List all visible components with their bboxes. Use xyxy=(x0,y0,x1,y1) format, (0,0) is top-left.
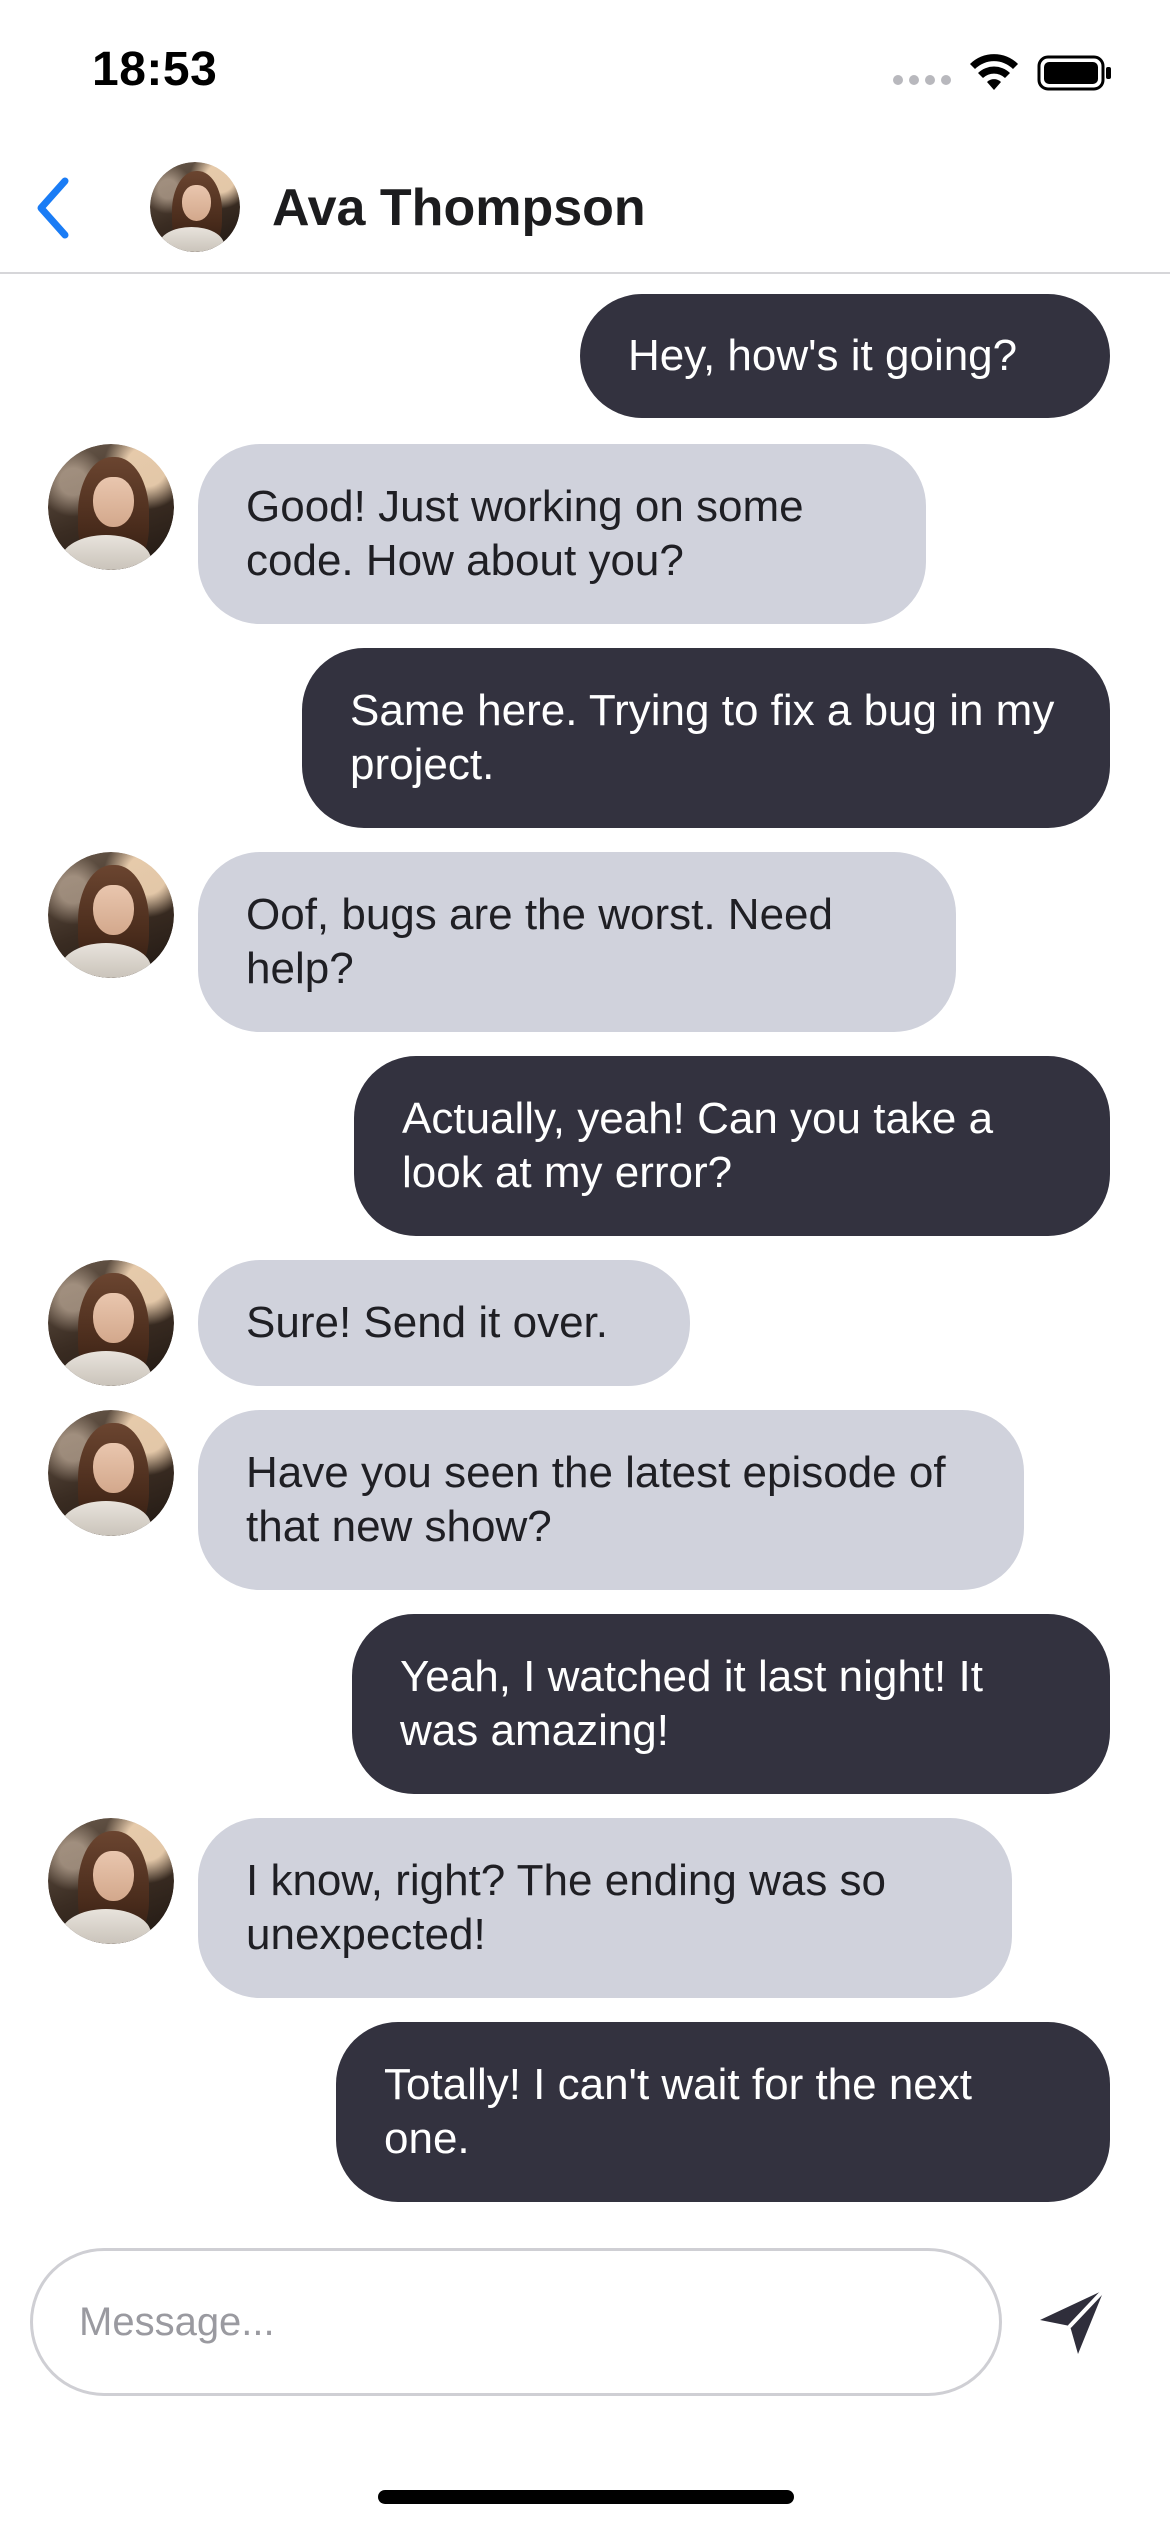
message-list[interactable]: Hey, how's it going? Good! Just working … xyxy=(0,274,1170,2204)
battery-icon xyxy=(1037,55,1111,91)
message-sent: Yeah, I watched it last night! It was am… xyxy=(352,1614,1110,1794)
sender-avatar xyxy=(48,852,174,978)
message-sent: Totally! I can't wait for the next one. xyxy=(336,2022,1110,2202)
status-icons xyxy=(893,52,1113,94)
message-received: Sure! Send it over. xyxy=(198,1260,690,1386)
back-button[interactable] xyxy=(18,168,88,248)
message-sent: Hey, how's it going? xyxy=(580,294,1110,418)
message-sent: Actually, yeah! Can you take a look at m… xyxy=(354,1056,1110,1236)
send-button[interactable] xyxy=(1030,2280,1114,2364)
paper-plane-icon xyxy=(1040,2288,1106,2354)
sender-avatar xyxy=(48,1818,174,1944)
signal-icon xyxy=(893,75,951,85)
status-bar: 18:53 xyxy=(0,0,1170,140)
contact-name: Ava Thompson xyxy=(272,179,646,237)
sender-avatar xyxy=(48,1260,174,1386)
message-received: I know, right? The ending was so unexpec… xyxy=(198,1818,1012,1998)
chevron-left-icon xyxy=(37,177,69,239)
home-indicator xyxy=(378,2490,794,2504)
sender-avatar xyxy=(48,1410,174,1536)
wifi-icon xyxy=(970,54,1018,90)
message-input[interactable] xyxy=(30,2248,1002,2396)
sender-avatar xyxy=(48,444,174,570)
chat-header: Ava Thompson xyxy=(0,140,1170,274)
message-received: Oof, bugs are the worst. Need help? xyxy=(198,852,956,1032)
avatar-image xyxy=(150,162,240,252)
message-received: Good! Just working on some code. How abo… xyxy=(198,444,926,624)
message-sent: Same here. Trying to fix a bug in my pro… xyxy=(302,648,1110,828)
contact-avatar[interactable] xyxy=(150,162,240,252)
status-time: 18:53 xyxy=(92,43,218,96)
message-received: Have you seen the latest episode of that… xyxy=(198,1410,1024,1590)
